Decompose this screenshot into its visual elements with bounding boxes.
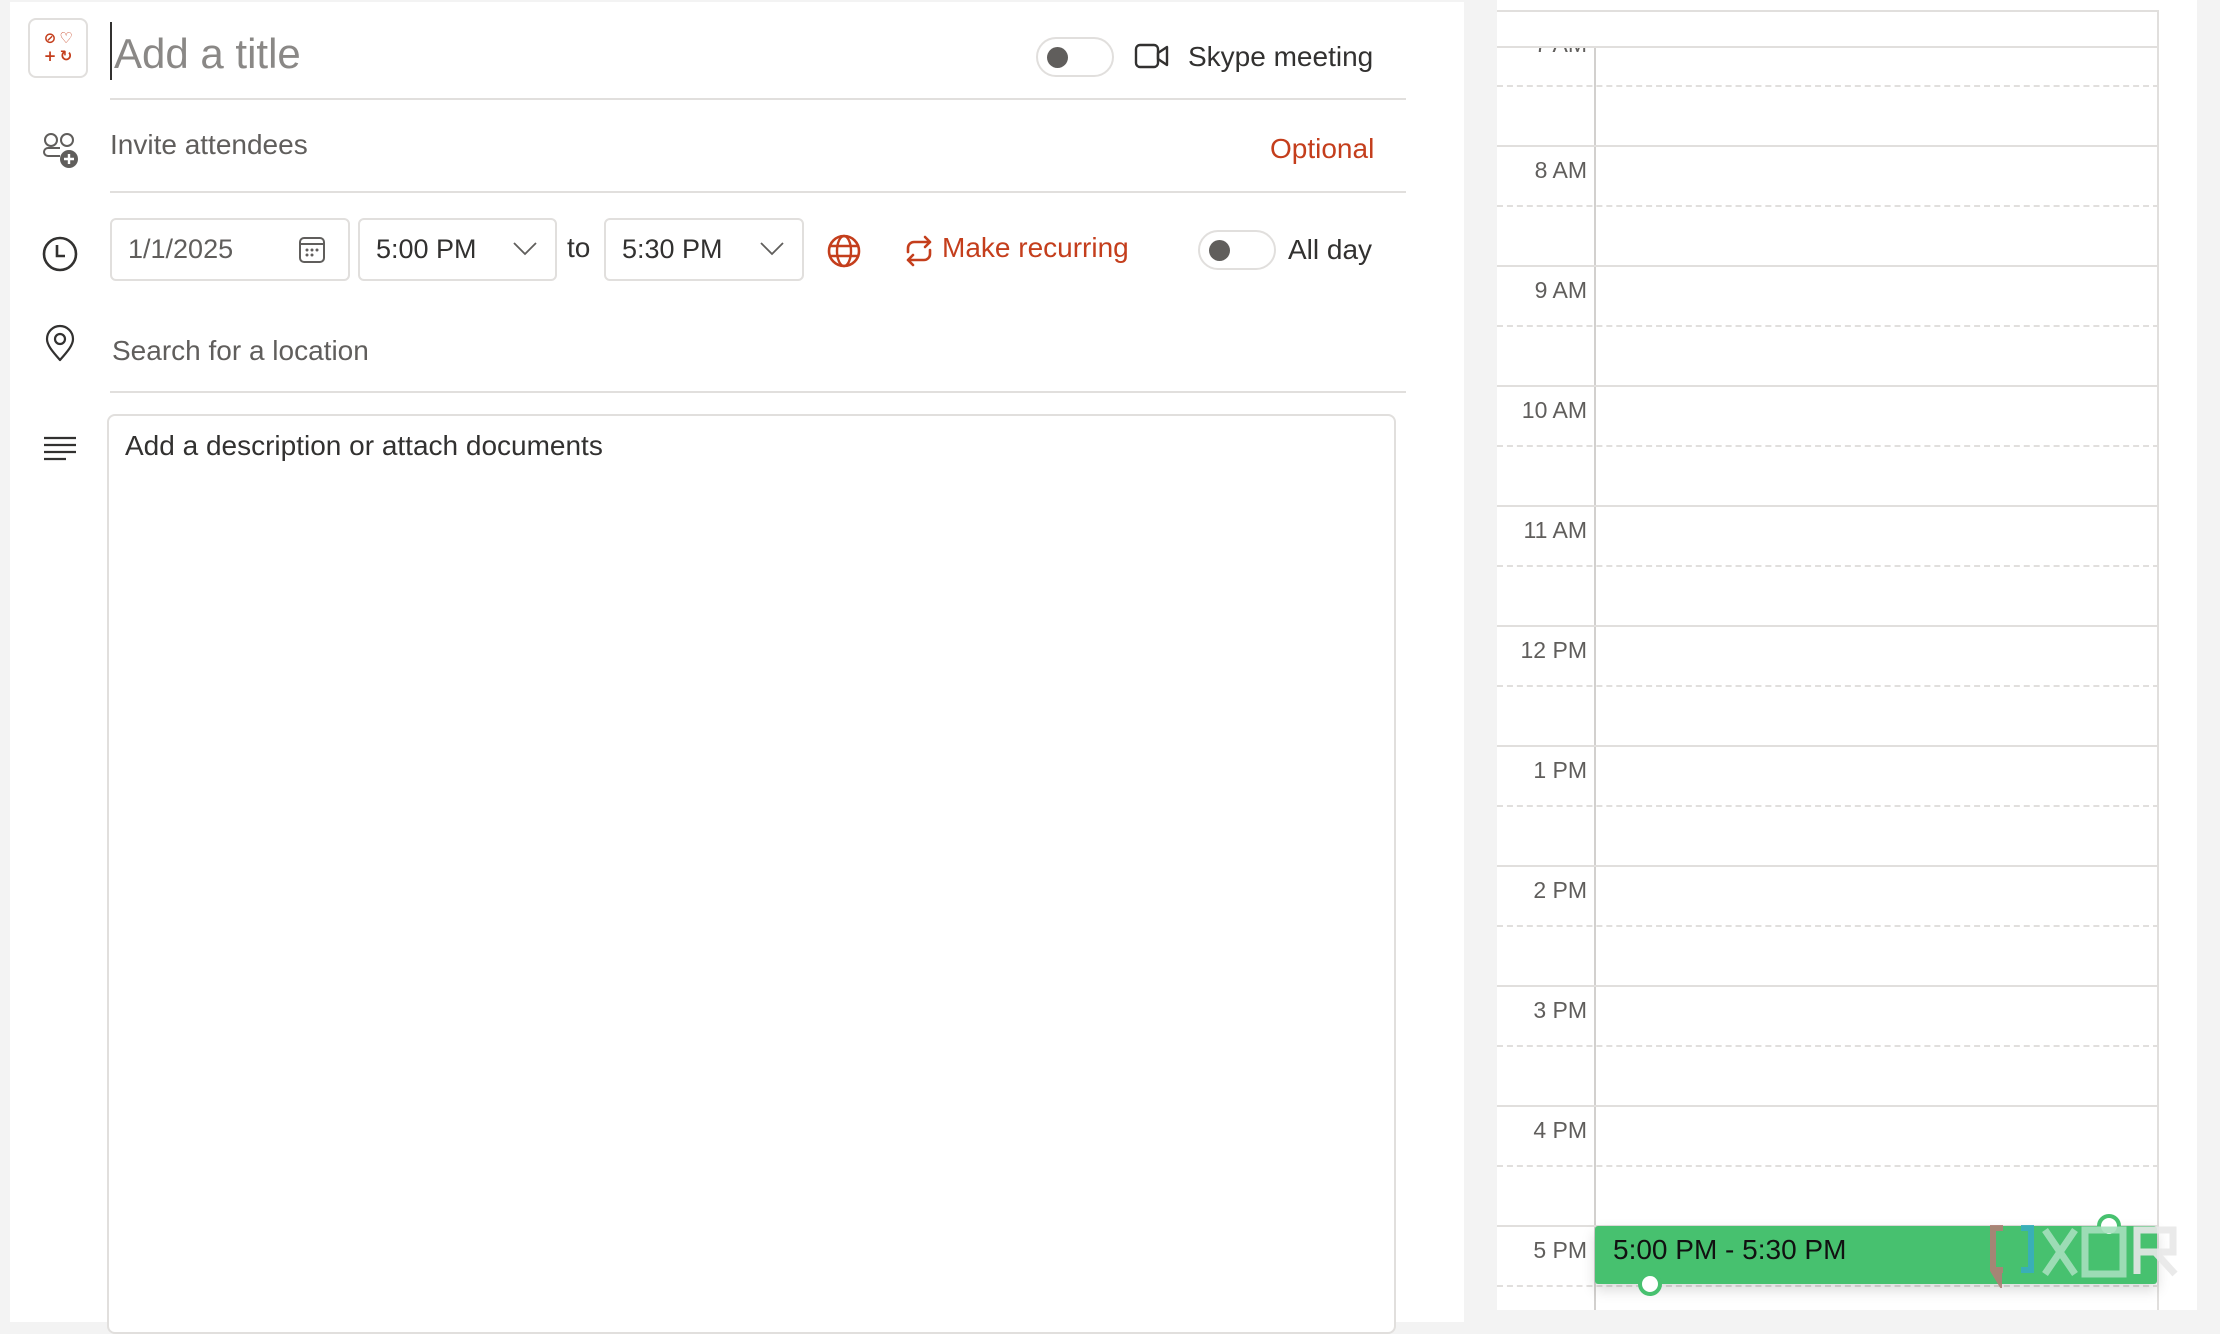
repeat-icon: [906, 235, 932, 267]
hour-gridline: [1497, 745, 2159, 747]
title-input[interactable]: [110, 20, 754, 88]
event-resize-handle-bottom[interactable]: [1638, 1272, 1662, 1296]
toggle-knob: [1047, 47, 1068, 68]
hour-label: 2 PM: [1533, 877, 1587, 903]
calendar-icon[interactable]: [298, 236, 326, 264]
category-button[interactable]: ⊘ ♡ + ↻: [28, 18, 88, 78]
half-hour-gridline: [1497, 1285, 2159, 1287]
time-column-separator: [1594, 48, 1596, 1310]
location-pin-icon: [45, 324, 75, 362]
invite-attendees-input[interactable]: Invite attendees: [110, 129, 308, 161]
half-hour-gridline: [1497, 445, 2159, 447]
half-hour-gridline: [1497, 85, 2159, 87]
refresh-icon: ↻: [59, 47, 73, 65]
video-camera-icon: [1134, 43, 1169, 69]
to-separator: to: [567, 232, 591, 263]
event-form-panel: ⊘ ♡ + ↻ Skype meeting Invite attendees O…: [10, 2, 1464, 1334]
event-time-label: 5:00 PM - 5:30 PM: [1613, 1234, 1847, 1265]
hour-label: 3 PM: [1533, 997, 1587, 1023]
hour-label: 5 PM: [1533, 1237, 1587, 1263]
end-time-value: 5:30 PM: [622, 234, 723, 264]
plus-icon: +: [43, 47, 57, 65]
hour-label: 11 AM: [1523, 517, 1588, 543]
event-resize-handle-top[interactable]: [2097, 1214, 2121, 1238]
hour-gridline: [1497, 985, 2159, 987]
all-day-label: All day: [1288, 234, 1373, 265]
day-calendar-panel: 7 AM8 AM9 AM10 AM11 AM12 PM1 PM2 PM3 PM4…: [1497, 0, 2197, 1310]
half-hour-gridline: [1497, 565, 2159, 567]
globe-icon[interactable]: [826, 233, 862, 269]
hour-gridline: [1497, 865, 2159, 867]
half-hour-gridline: [1497, 805, 2159, 807]
divider: [110, 191, 1406, 193]
chevron-down-icon: [760, 242, 784, 256]
skype-meeting-label: Skype meeting: [1188, 41, 1374, 72]
all-day-header-row: [1497, 10, 2159, 48]
divider: [110, 391, 1406, 393]
location-search-input[interactable]: [110, 326, 1312, 376]
heart-icon: ♡: [59, 29, 73, 47]
hour-gridline: [1497, 385, 2159, 387]
clock-icon: [42, 236, 78, 272]
new-event-block[interactable]: 5:00 PM - 5:30 PM: [1595, 1226, 2157, 1284]
optional-attendees-link[interactable]: Optional: [1270, 133, 1374, 165]
hour-gridline: [1497, 145, 2159, 147]
half-hour-gridline: [1497, 685, 2159, 687]
toggle-knob: [1209, 240, 1230, 261]
date-picker[interactable]: 1/1/2025: [110, 218, 350, 281]
hour-gridline: [1497, 265, 2159, 267]
block-icon: ⊘: [43, 29, 57, 47]
hour-gridline: [1497, 1105, 2159, 1107]
hour-gridline: [1497, 625, 2159, 627]
date-value: 1/1/2025: [128, 234, 234, 264]
hour-label: 1 PM: [1533, 757, 1587, 783]
description-editor[interactable]: [107, 414, 1396, 1334]
hour-label: 8 AM: [1534, 157, 1587, 183]
people-add-icon: [43, 133, 78, 168]
hour-label: 12 PM: [1520, 637, 1587, 663]
skype-meeting-toggle[interactable]: [1036, 37, 1114, 77]
end-time-dropdown[interactable]: 5:30 PM: [604, 218, 804, 281]
half-hour-gridline: [1497, 1165, 2159, 1167]
half-hour-gridline: [1497, 205, 2159, 207]
description-input[interactable]: [125, 430, 1365, 1310]
half-hour-gridline: [1497, 925, 2159, 927]
chevron-down-icon: [513, 242, 537, 256]
hour-label: 10 AM: [1521, 397, 1587, 423]
divider: [110, 98, 1406, 100]
start-time-value: 5:00 PM: [376, 234, 477, 264]
time-grid[interactable]: 7 AM8 AM9 AM10 AM11 AM12 PM1 PM2 PM3 PM4…: [1497, 0, 2159, 1310]
half-hour-gridline: [1497, 1045, 2159, 1047]
make-recurring-label: Make recurring: [942, 232, 1129, 263]
half-hour-gridline: [1497, 325, 2159, 327]
text-lines-icon: [44, 436, 76, 461]
hour-gridline: [1497, 505, 2159, 507]
hour-label: 9 AM: [1534, 277, 1587, 303]
hour-label: 4 PM: [1533, 1117, 1587, 1143]
all-day-toggle[interactable]: [1198, 230, 1276, 270]
start-time-dropdown[interactable]: 5:00 PM: [358, 218, 557, 281]
